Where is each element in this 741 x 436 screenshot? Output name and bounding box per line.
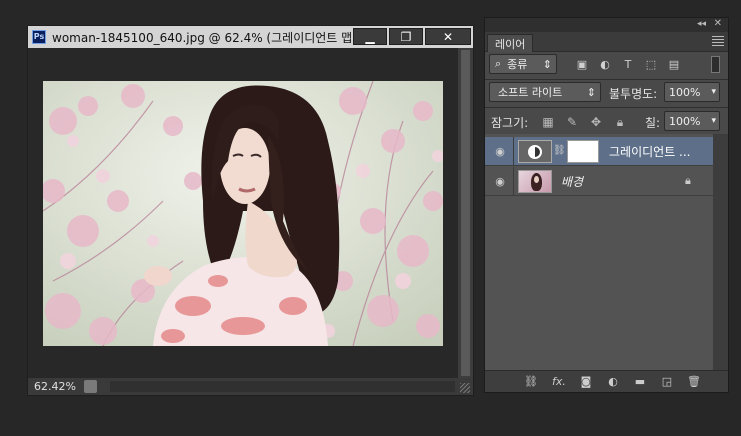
opacity-field[interactable]: 100% ▾ xyxy=(664,82,720,102)
divider xyxy=(513,167,514,196)
type-filter-icon[interactable]: T xyxy=(621,58,635,71)
chain-link-icon[interactable]: ⛓ xyxy=(553,145,566,156)
layer-mask-thumbnail[interactable] xyxy=(567,140,599,163)
lock-icons: ▦ ✎ ✥ 🔒︎ xyxy=(541,115,637,130)
pixel-filter-icon[interactable]: ▣ xyxy=(575,58,589,71)
panel-header: ◂◂ ✕ xyxy=(485,18,728,32)
status-info-icon[interactable] xyxy=(83,380,97,393)
folder-icon[interactable]: ▬ xyxy=(632,374,648,389)
status-bar: 62.42% xyxy=(28,378,473,395)
blend-mode-value: 소프트 라이트 xyxy=(498,86,563,99)
chevron-down-icon[interactable]: ▾ xyxy=(711,87,716,97)
fill-field[interactable]: 100% ▾ xyxy=(664,111,720,131)
horizontal-scrollbar[interactable] xyxy=(110,381,455,392)
scroll-thumb[interactable] xyxy=(461,50,470,376)
fill-label: 칠: xyxy=(645,116,661,130)
filter-toggle[interactable] xyxy=(711,56,720,73)
image-layer-thumbnail[interactable] xyxy=(518,170,552,193)
filter-kind-select[interactable]: ⌕ 종류 ⇕ xyxy=(489,54,557,74)
updown-icon: ⇕ xyxy=(586,85,596,99)
updown-icon: ⇕ xyxy=(542,57,552,71)
minimize-button[interactable]: ▁ xyxy=(353,28,387,45)
panel-menu-icon[interactable] xyxy=(712,36,724,46)
photo-canvas[interactable] xyxy=(43,81,443,346)
eye-icon[interactable]: ◉ xyxy=(493,145,507,158)
link-icon[interactable]: ⛓ xyxy=(523,374,539,389)
collapse-icon[interactable]: ◂◂ xyxy=(697,19,706,29)
layers-scrollbar[interactable] xyxy=(713,134,728,370)
divider xyxy=(513,137,514,166)
trash-icon[interactable]: 🗑︎ xyxy=(686,374,702,389)
lock-position-icon[interactable]: ✥ xyxy=(589,115,603,129)
lock-label: 잠그기: xyxy=(491,116,529,130)
layer-row-gradient-map[interactable]: ◉ ⛓ 그레이디언트 ... xyxy=(485,137,713,166)
opacity-value: 100% xyxy=(669,85,701,99)
document-title: woman-1845100_640.jpg @ 62.4% (그레이디언트 맵 … xyxy=(52,30,364,45)
zoom-level[interactable]: 62.42% xyxy=(34,380,76,393)
new-layer-icon[interactable]: ◲ xyxy=(659,374,675,389)
photoshop-logo-icon: Ps xyxy=(32,30,46,44)
layers-list: ◉ ⛓ 그레이디언트 ... ◉ 배경 🔒︎ xyxy=(485,134,713,370)
document-title-bar[interactable]: Ps woman-1845100_640.jpg @ 62.4% (그레이디언트… xyxy=(28,26,473,48)
search-icon: ⌕ xyxy=(495,57,502,70)
vertical-scrollbar[interactable] xyxy=(458,48,473,378)
adjustment-layer-thumbnail[interactable] xyxy=(518,140,552,163)
opacity-label: 불투명도: xyxy=(609,87,658,101)
panel-bottom-bar: ⛓ fx. ◙ ◐ ▬ ◲ 🗑︎ xyxy=(485,370,728,392)
blend-mode-select[interactable]: 소프트 라이트 ⇕ xyxy=(489,82,601,102)
filter-icons: ▣ ◐ T ⬚ ▤ xyxy=(575,58,690,71)
canvas-area[interactable] xyxy=(28,48,458,378)
smart-object-filter-icon[interactable]: ▤ xyxy=(667,58,681,71)
layer-name[interactable]: 그레이디언트 ... xyxy=(609,143,691,160)
photo-image xyxy=(43,81,443,346)
maximize-button[interactable]: ❐ xyxy=(389,28,423,45)
layer-name[interactable]: 배경 xyxy=(561,173,583,190)
shape-filter-icon[interactable]: ⬚ xyxy=(644,58,658,71)
layer-row-background[interactable]: ◉ 배경 🔒︎ xyxy=(485,167,713,196)
layers-panel: ◂◂ ✕ 레이어 ⌕ 종류 ⇕ ▣ ◐ T ⬚ ▤ 소프트 라이트 ⇕ 불투명도… xyxy=(484,17,729,393)
mask-icon[interactable]: ◙ xyxy=(578,374,594,389)
lock-paint-icon[interactable]: ✎ xyxy=(565,115,579,129)
lock-icon: 🔒︎ xyxy=(685,174,691,187)
lock-transparency-icon[interactable]: ▦ xyxy=(541,115,555,129)
tab-layers[interactable]: 레이어 xyxy=(487,34,534,52)
close-button[interactable]: ✕ xyxy=(425,28,471,45)
adjustment-filter-icon[interactable]: ◐ xyxy=(598,58,612,71)
thumbnail-face xyxy=(534,176,539,183)
lock-all-icon[interactable]: 🔒︎ xyxy=(613,115,627,129)
document-window: Ps woman-1845100_640.jpg @ 62.4% (그레이디언트… xyxy=(27,25,474,396)
window-buttons: ▁ ❐ ✕ xyxy=(351,28,471,45)
fx-icon[interactable]: fx. xyxy=(551,374,567,389)
divider xyxy=(485,107,728,108)
resize-grip-icon[interactable] xyxy=(460,383,470,393)
fill-value: 100% xyxy=(669,114,701,128)
panel-tab-row: 레이어 xyxy=(485,32,728,52)
chevron-down-icon[interactable]: ▾ xyxy=(711,116,716,126)
divider xyxy=(485,79,728,80)
eye-icon[interactable]: ◉ xyxy=(493,175,507,188)
adjustment-icon[interactable]: ◐ xyxy=(605,374,621,389)
filter-kind-value: 종류 xyxy=(507,58,528,71)
adjustment-icon xyxy=(528,144,542,159)
panel-close-icon[interactable]: ✕ xyxy=(714,18,722,29)
